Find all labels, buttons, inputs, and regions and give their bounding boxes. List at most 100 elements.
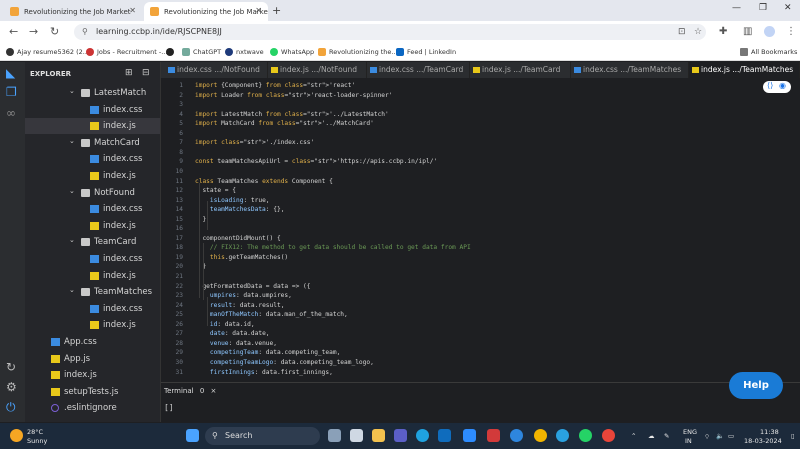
close-window-icon[interactable]: ✕ (784, 3, 792, 13)
bookmark-star-icon[interactable]: ☆ (694, 24, 702, 40)
code-line[interactable]: componentDidMount() { (195, 235, 280, 242)
app-icon[interactable] (463, 429, 476, 442)
close-tab-icon[interactable]: ✕ (129, 6, 136, 15)
language-region[interactable]: IN (685, 437, 692, 445)
chevron-down-icon[interactable]: ⌄ (69, 282, 75, 298)
code-line[interactable]: } (195, 263, 206, 270)
editor-tab[interactable]: index.js .../NotFound (268, 62, 367, 78)
code-line[interactable]: firstInnings: data.first_innings, (195, 369, 333, 376)
chevron-up-icon[interactable]: ⌃ (631, 432, 636, 440)
start-icon[interactable] (186, 429, 199, 442)
new-folder-icon[interactable]: ⊟ (142, 68, 150, 78)
code-line[interactable]: umpires: data.umpires, (195, 292, 292, 299)
taskbar-search[interactable]: ⚲ Search (205, 427, 320, 445)
bookmark-nxtwave[interactable]: nxtwave (225, 46, 264, 58)
settings-gear-icon[interactable]: ⚙ (6, 380, 17, 394)
code-line[interactable]: } (195, 216, 206, 223)
address-bar[interactable]: ⚲ learning.ccbp.in/ide/RJSCPNE8JJ ⊡ ☆ (74, 24, 706, 40)
terminal-cursor[interactable]: [] (164, 403, 174, 412)
close-terminal-icon[interactable]: × (211, 387, 217, 395)
side-panel-icon[interactable]: ▥ (743, 26, 752, 37)
code-line[interactable]: import {Component} from class="str">'rea… (195, 82, 355, 89)
clock-date[interactable]: 18-03-2024 (744, 437, 782, 445)
mcafee-icon[interactable] (487, 429, 500, 442)
bookmark-github[interactable] (166, 46, 177, 58)
link-icon[interactable]: ∞ (6, 106, 16, 120)
forward-icon[interactable]: → (29, 25, 38, 38)
volume-icon[interactable]: 🔈 (716, 432, 724, 440)
file-explorer-icon[interactable] (372, 429, 385, 442)
new-file-icon[interactable]: ⊞ (125, 68, 133, 78)
profile-avatar[interactable] (764, 26, 775, 37)
restore-icon[interactable]: ❐ (759, 3, 767, 13)
extensions-icon[interactable]: ✚ (719, 26, 727, 37)
editor-tab[interactable]: index.js .../TeamMatches (689, 62, 800, 78)
weather-text[interactable]: Sunny (27, 437, 47, 445)
code-line[interactable]: competingTeam: data.competing_team, (195, 349, 340, 356)
weather-temp[interactable]: 28°C (27, 428, 43, 436)
code-line[interactable]: manOfTheMatch: data.man_of_the_match, (195, 311, 348, 318)
new-tab-button[interactable]: + (272, 4, 281, 17)
bookmark-resume[interactable]: Ajay resume5362 (2... (6, 46, 89, 58)
code-line[interactable]: import LatestMatch from class="str">'../… (195, 111, 389, 118)
edge-icon[interactable] (510, 429, 523, 442)
chevron-down-icon[interactable]: ⌄ (69, 83, 75, 99)
code-line[interactable]: import Loader from class="str">'react-lo… (195, 92, 392, 99)
editor-tab[interactable]: index.css .../TeamMatches (571, 62, 689, 78)
code-line[interactable]: import class="str">'./index.css' (195, 139, 314, 146)
browser-tab-2[interactable]: Revolutionizing the Job Market ✕ (144, 2, 268, 21)
chrome-icon[interactable] (602, 429, 615, 442)
code-line[interactable]: import MatchCard from class="str">'../Ma… (195, 120, 374, 127)
files-icon[interactable]: ❐ (6, 85, 17, 99)
teams-icon[interactable] (394, 429, 407, 442)
chrome-canary-icon[interactable] (534, 429, 547, 442)
editor-tab[interactable]: index.js .../TeamCard (470, 62, 571, 78)
code-view-icon[interactable]: ⟨⟩ (767, 81, 773, 90)
help-button[interactable]: Help (729, 372, 783, 399)
whatsapp-icon[interactable] (579, 429, 592, 442)
code-line[interactable]: this.getTeamMatches() (195, 254, 288, 261)
code-line[interactable]: class TeamMatches extends Component { (195, 178, 333, 185)
code-line[interactable]: // FIX12: The method to get data should … (195, 244, 471, 251)
clock-time[interactable]: 11:38 (760, 428, 779, 436)
bookmark-revolutionizing[interactable]: Revolutionizing the... (318, 46, 398, 58)
code-line[interactable]: competingTeamLogo: data.competing_team_l… (195, 359, 374, 366)
site-info-icon[interactable]: ⚲ (82, 24, 88, 40)
menu-icon[interactable]: ⋮ (786, 26, 796, 37)
code-line[interactable]: getFormattedData = data => ({ (195, 283, 310, 290)
telegram-icon[interactable] (556, 429, 569, 442)
code-line[interactable]: state = { (195, 187, 236, 194)
bookmark-whatsapp[interactable]: WhatsApp (270, 46, 314, 58)
code-line[interactable]: date: data.date, (195, 330, 270, 337)
code-line[interactable]: id: data.id, (195, 321, 255, 328)
editor-tab[interactable]: index.css .../NotFound (165, 62, 268, 78)
battery-icon[interactable]: ▭ (728, 432, 734, 440)
bookmark-chatgpt[interactable]: ChatGPT (182, 46, 221, 58)
terminal-header[interactable]: Terminal 0 × (164, 387, 216, 395)
cloud-icon[interactable]: ☁ (648, 432, 655, 440)
code-editor[interactable]: ⟨⟩ ◉ 1 import {Component} from class="str… (161, 78, 800, 380)
chevron-down-icon[interactable]: ⌄ (69, 232, 75, 248)
code-line[interactable]: result: data.result, (195, 302, 285, 309)
browser-icon[interactable] (416, 429, 429, 442)
bookmark-jobs[interactable]: Jobs - Recruitment -... (86, 46, 167, 58)
minimize-icon[interactable]: — (732, 3, 741, 13)
store-icon[interactable] (438, 429, 451, 442)
preview-toggle[interactable]: ⟨⟩ ◉ (763, 81, 791, 93)
bookmark-linkedin[interactable]: Feed | LinkedIn (396, 46, 456, 58)
close-tab-icon[interactable]: ✕ (255, 6, 262, 15)
wifi-icon[interactable]: ⌔ (704, 432, 710, 441)
chevron-down-icon[interactable]: ⌄ (69, 133, 75, 149)
all-bookmarks[interactable]: All Bookmarks (740, 46, 797, 58)
task-view-icon[interactable] (328, 429, 341, 442)
code-line[interactable]: const teamMatchesApiUrl = class="str">'h… (195, 158, 437, 165)
refresh-icon[interactable]: ↻ (6, 360, 16, 374)
editor-tab[interactable]: index.css .../TeamCard (367, 62, 470, 78)
chat-icon[interactable] (350, 429, 363, 442)
reload-icon[interactable]: ↻ (50, 25, 59, 38)
power-icon[interactable]: ⏻ (6, 400, 16, 415)
code-line[interactable]: teamMatchesData: {}, (195, 206, 285, 213)
notification-icon[interactable]: ▯ (791, 432, 795, 440)
explorer-item-file[interactable]: index.js (25, 118, 160, 135)
back-icon[interactable]: ← (9, 25, 18, 38)
